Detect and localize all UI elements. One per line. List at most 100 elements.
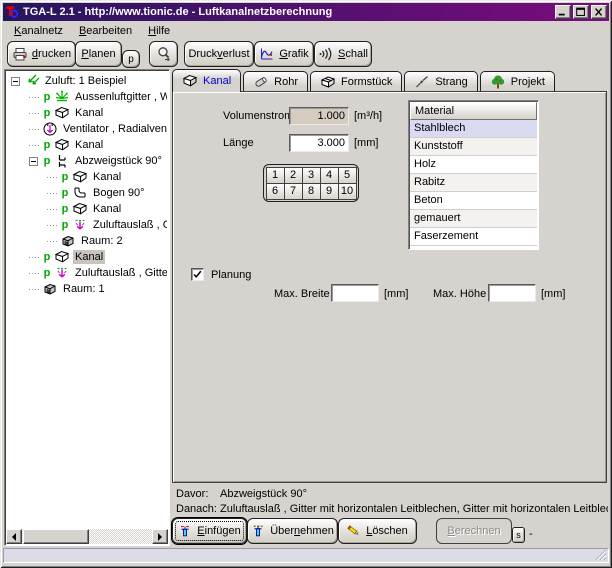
tree-item-icon (54, 105, 70, 121)
tree-item[interactable]: Ventilator , Radialventi (7, 121, 167, 137)
max-breite-input[interactable] (331, 284, 379, 302)
tab-kanal[interactable]: Kanal (172, 69, 241, 92)
tree-item-label: Kanal (91, 202, 123, 216)
menu-hilfe[interactable]: Hilfe (141, 23, 177, 39)
material-list-body: StahlblechKunststoffHolzRabitzBetongemau… (410, 120, 537, 246)
material-row[interactable]: Stahlblech (410, 120, 537, 138)
tab-rohr[interactable]: Rohr (243, 71, 308, 91)
tab-icon (182, 73, 198, 89)
tree-connector (29, 273, 40, 274)
uebernehmen-button[interactable]: Übernehmen (247, 518, 338, 544)
schall-button[interactable]: Schall (314, 41, 372, 67)
tree-horizontal-scrollbar[interactable] (6, 529, 168, 544)
tree-item[interactable]: p Kanal (7, 105, 167, 121)
maximize-button[interactable] (573, 5, 589, 19)
tree-item[interactable]: p Kanal (7, 169, 167, 185)
einfuegen-label: Einfügen (197, 525, 240, 537)
scroll-right-button[interactable] (152, 529, 168, 544)
parallel-flag: p (41, 155, 53, 167)
numpad-button[interactable]: 5 (338, 167, 357, 184)
material-header[interactable]: Material (410, 102, 537, 120)
s-small-button[interactable]: s (512, 527, 525, 543)
drucken-button[interactable]: drucken (7, 41, 76, 67)
menu-kanalnetz[interactable]: Kanalnetz (7, 23, 70, 39)
tree-item-icon (72, 201, 88, 217)
minimize-button[interactable] (555, 5, 571, 19)
tree-item[interactable]: p Abzweigstück 90° (7, 153, 167, 169)
scroll-left-button[interactable] (6, 529, 22, 544)
tab-strang[interactable]: Strang (404, 71, 477, 91)
max-breite-unit: [mm] (384, 288, 408, 300)
max-hoehe-input[interactable] (488, 284, 536, 302)
tree-connector (47, 193, 58, 194)
numpad-button[interactable]: 2 (284, 167, 303, 184)
parallel-flag: p (41, 91, 53, 103)
numpad-button[interactable]: 9 (320, 183, 339, 200)
tree-item-label: Kanal (73, 138, 105, 152)
component-tree-panel: Zuluft: 1 Beispiel p Aussenluftgitter , … (4, 69, 170, 546)
menu-bearbeiten[interactable]: Bearbeiten (72, 23, 139, 39)
laenge-input[interactable] (289, 134, 349, 152)
close-button[interactable] (591, 5, 607, 19)
tree-item-icon (72, 185, 88, 201)
tree-expander[interactable] (29, 157, 38, 166)
tree-item-label: Raum: 2 (79, 234, 125, 248)
uebernehmen-label: Übernehmen (270, 525, 334, 537)
tree-item[interactable]: Raum: 1 (7, 281, 167, 297)
numpad-button[interactable]: 1 (266, 167, 285, 184)
numpad-button[interactable]: 10 (338, 183, 357, 200)
material-row[interactable]: Faserzement (410, 228, 537, 246)
berechnen-button[interactable]: Berechnen (436, 518, 512, 544)
material-row[interactable]: gemauert (410, 210, 537, 228)
zoom-button[interactable] (149, 41, 178, 67)
volumenstrom-input[interactable] (289, 107, 349, 125)
tree-item-icon (54, 249, 70, 265)
numpad-button[interactable]: 7 (284, 183, 303, 200)
tree-item-label: Kanal (91, 170, 123, 184)
grafik-button[interactable]: Grafik (254, 41, 314, 67)
tree-item-icon (54, 89, 70, 105)
material-row[interactable]: Beton (410, 192, 537, 210)
tab-projekt[interactable]: Projekt (480, 71, 555, 91)
grafik-label: Grafik (279, 48, 308, 60)
numpad-button[interactable]: 4 (320, 167, 339, 184)
loeschen-label: Löschen (366, 525, 408, 537)
tree-item[interactable]: Zuluft: 1 Beispiel (7, 73, 167, 89)
tree-item[interactable]: p Bogen 90° (7, 185, 167, 201)
tree-item[interactable]: p Kanal (7, 137, 167, 153)
loeschen-button[interactable]: Löschen (338, 518, 417, 544)
window-title: TGA-L 2.1 - http://www.tionic.de - Luftk… (23, 6, 553, 18)
sound-icon (318, 46, 334, 62)
material-row[interactable]: Rabitz (410, 174, 537, 192)
menu-bar: Kanalnetz Bearbeiten Hilfe (3, 21, 609, 40)
p-small-label: p (128, 54, 134, 65)
tree-item-label: Bogen 90° (91, 186, 147, 200)
numpad-button[interactable]: 8 (302, 183, 321, 200)
tree-item[interactable]: p Zuluftauslaß , Gitte (7, 265, 167, 281)
planung-checkbox[interactable] (191, 268, 204, 281)
suffix-dash: - (529, 528, 533, 540)
tree-item[interactable]: p Zuluftauslaß , G (7, 217, 167, 233)
tree-expander[interactable] (11, 77, 20, 86)
tab-formstück[interactable]: Formstück (310, 71, 402, 91)
numpad-button[interactable]: 6 (266, 183, 285, 200)
numpad-button[interactable]: 3 (302, 167, 321, 184)
tree-item[interactable]: Raum: 2 (7, 233, 167, 249)
tree-item-label: Ventilator , Radialventi (61, 122, 167, 136)
tree-item[interactable]: p Kanal (7, 201, 167, 217)
title-bar[interactable]: TGA-L 2.1 - http://www.tionic.de - Luftk… (3, 3, 609, 21)
tree-item[interactable]: p Aussenluftgitter , W (7, 89, 167, 105)
material-row[interactable]: Kunststoff (410, 138, 537, 156)
tree-connector (47, 177, 58, 178)
scrollbar-thumb[interactable] (23, 529, 89, 544)
davor-value: Abzweigstück 90° (220, 488, 307, 500)
tree-item[interactable]: p Kanal (7, 249, 167, 265)
check-icon (192, 269, 203, 280)
druckverlust-button[interactable]: Druckverlust (184, 41, 254, 67)
material-row[interactable]: Holz (410, 156, 537, 174)
resize-grip[interactable] (594, 548, 607, 561)
einfuegen-button[interactable]: Einfügen (172, 518, 247, 544)
planen-button[interactable]: Planen (75, 41, 122, 67)
p-small-button[interactable]: p (122, 50, 140, 68)
tree-connector (29, 145, 40, 146)
